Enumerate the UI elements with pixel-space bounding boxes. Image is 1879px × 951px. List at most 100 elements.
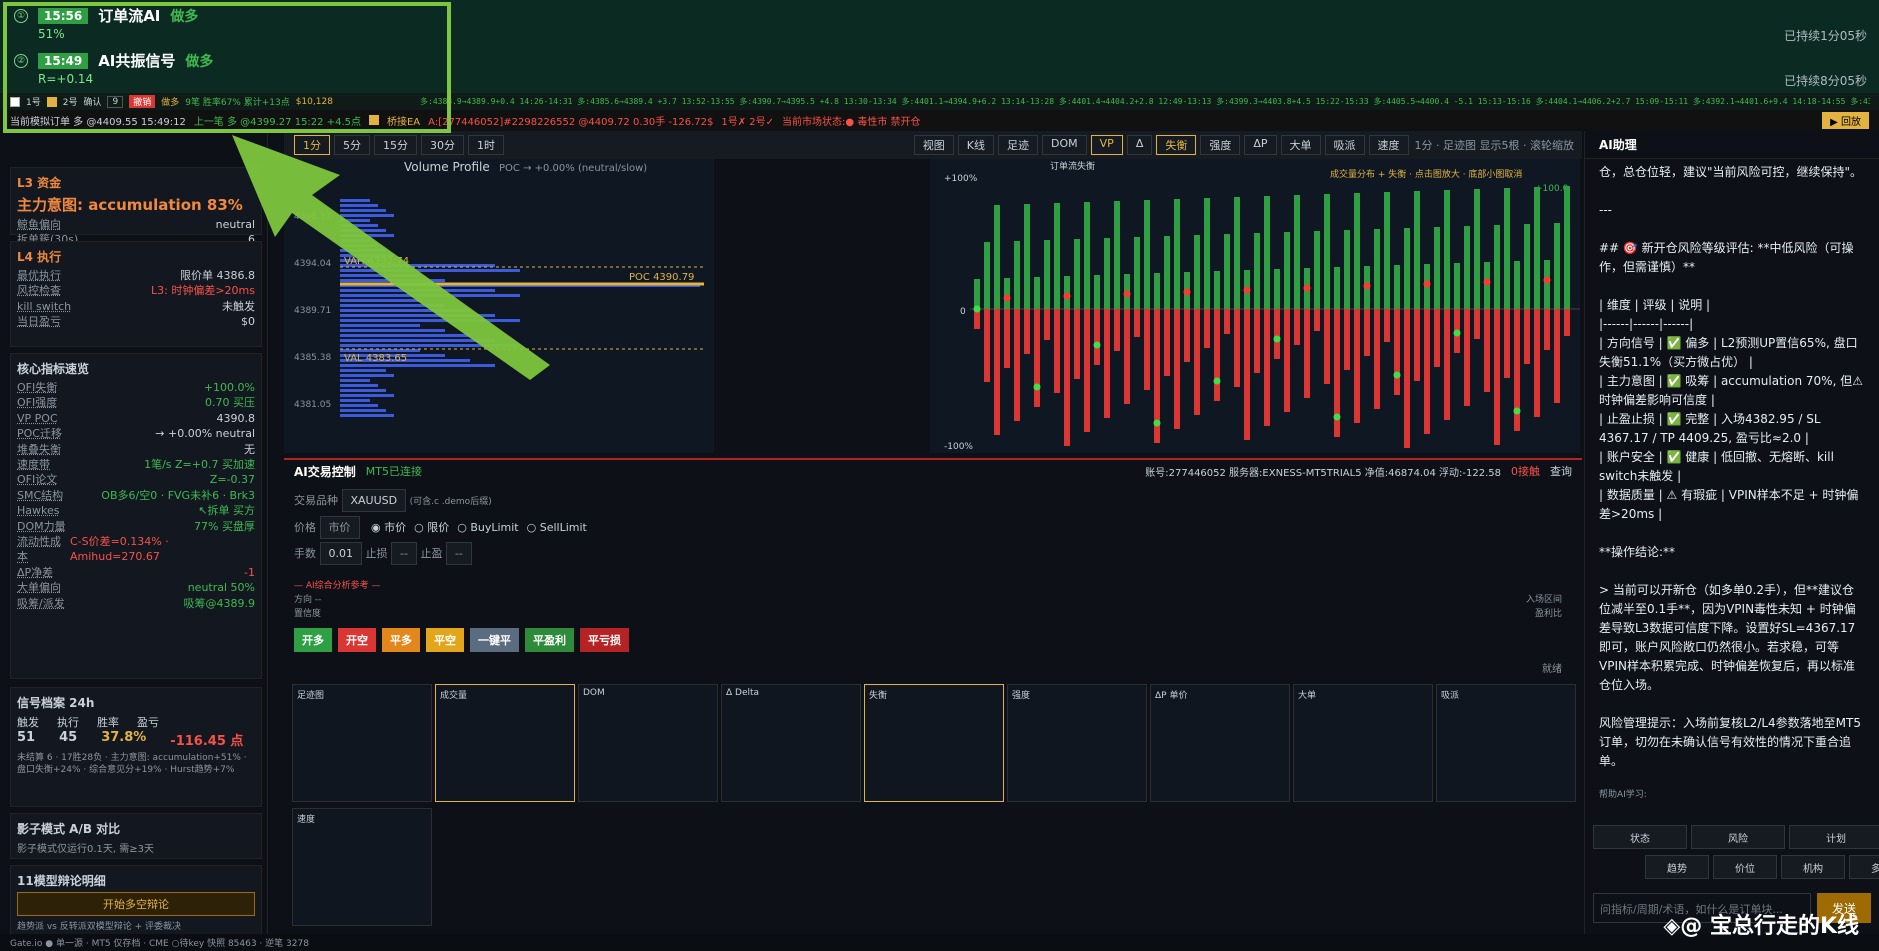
view-toggle[interactable]: ΔP (1244, 135, 1277, 155)
order-mode-radio[interactable]: ○ SellLimit (527, 521, 587, 534)
view-toggle[interactable]: 强度 (1200, 135, 1241, 155)
assistant-action-button[interactable]: 机构 (1781, 855, 1845, 879)
checkbox-2[interactable] (46, 96, 57, 107)
timeframe-tab[interactable]: 15分 (374, 135, 417, 155)
view-toggle[interactable]: Δ (1126, 135, 1153, 155)
confirm-count-input[interactable]: 9 (107, 95, 124, 108)
timeframe-tab[interactable]: 30分 (421, 135, 464, 155)
view-toggle[interactable]: K线 (957, 135, 995, 155)
buy-bar (1464, 226, 1470, 309)
vp-bar (340, 209, 386, 212)
sell-bar (1444, 309, 1450, 420)
vp-bar (340, 399, 370, 402)
confirm-label: 确认 (83, 98, 102, 108)
mini-chart[interactable]: 失衡 (864, 684, 1004, 802)
assistant-action-button[interactable]: 风险 (1691, 825, 1785, 849)
order-mode-radio[interactable]: ○ BuyLimit (457, 521, 518, 534)
signal-row-1[interactable]: ① 15:56 订单流AI 做多 (14, 5, 198, 26)
mini-chart[interactable]: 吸派 (1436, 684, 1576, 802)
trade-button[interactable]: 平盈利 (525, 628, 574, 652)
mini-chart[interactable]: 成交量 (435, 684, 575, 802)
vp-bar (340, 249, 386, 252)
sell-bar (1344, 309, 1350, 370)
assistant-action-button[interactable]: 趋势 (1645, 855, 1709, 879)
view-toggle[interactable]: VP (1090, 135, 1123, 155)
mini-chart[interactable]: 速度 (292, 808, 432, 926)
view-toggle[interactable]: 失衡 (1156, 135, 1197, 155)
vp-bar (340, 369, 386, 372)
mini-chart[interactable]: 大单 (1293, 684, 1433, 802)
view-toggle[interactable]: DOM (1042, 135, 1087, 155)
vp-bar (340, 224, 378, 227)
sell-bar (1024, 309, 1030, 354)
sell-bar (1034, 309, 1040, 407)
radio-icon: ○ (457, 521, 471, 534)
orderflow-imbalance-panel[interactable]: 订单流失衡 成交量分布 + 失衡 · 点击图放大 · 底部小图取消 +100% … (930, 159, 1580, 453)
replay-button[interactable]: ▶ 回放 (1822, 112, 1869, 129)
view-toggle[interactable]: 吸派 (1324, 135, 1365, 155)
query-button[interactable]: 查询 (1550, 463, 1572, 479)
trade-button[interactable]: 一键平 (470, 628, 519, 652)
metric-label: OFI失衡 (17, 381, 58, 394)
debate-button[interactable]: 开始多空辩论 (17, 892, 255, 916)
view-toggle[interactable]: 速度 (1368, 135, 1409, 155)
mini-chart[interactable]: 强度 (1007, 684, 1147, 802)
lot-input[interactable]: 0.01 (319, 542, 362, 565)
price-input[interactable]: 市价 (319, 516, 360, 539)
order-mode-radio[interactable]: ◉ 市价 (371, 521, 406, 534)
metric-row: 当日盈亏 $0 (17, 314, 255, 329)
view-toggle[interactable]: 大单 (1280, 135, 1321, 155)
trade-button[interactable]: 平多 (382, 628, 420, 652)
assistant-action-button[interactable]: 多空 (1849, 855, 1879, 879)
metric-value: neutral 50% (187, 581, 255, 595)
assistant-action-button[interactable]: 计划 (1789, 825, 1879, 849)
symbol-label: 交易品种 (294, 494, 338, 507)
mini-chart[interactable]: Δ Delta (721, 684, 861, 802)
trade-button[interactable]: 平亏损 (580, 628, 629, 652)
sell-bar (1174, 309, 1180, 429)
mini-chart[interactable]: 足迹图 (292, 684, 432, 802)
sell-bar (1404, 309, 1410, 448)
metric-label: OFI论文 (17, 473, 58, 487)
watermark: ◈@ 宝总行走的K线 (1663, 914, 1859, 939)
vp-bar (340, 324, 420, 327)
timeframe-tab[interactable]: 1时 (468, 135, 504, 155)
mini-chart[interactable]: DOM (578, 684, 718, 802)
trade-button[interactable]: 开空 (338, 628, 376, 652)
view-toggle[interactable]: 视图 (913, 135, 954, 155)
metric-label: OFI强度 (17, 396, 58, 410)
symbol-input[interactable]: XAUUSD (341, 489, 407, 512)
imbalance-dot (1333, 413, 1341, 421)
signal-row-2[interactable]: ② 15:49 AI共振信号 做多 (14, 50, 213, 71)
assistant-action-button[interactable]: 价位 (1713, 855, 1777, 879)
buy-bar (1554, 223, 1560, 309)
metric-label: 流动性成本 (17, 535, 61, 564)
vp-bar (340, 334, 470, 337)
sell-bar (1264, 309, 1270, 426)
timeframe-tab[interactable]: 1分 (294, 135, 330, 155)
current-order: 当前模拟订单 多 @4409.55 15:49:12 (10, 116, 186, 128)
radio-icon: ○ (414, 521, 428, 534)
view-toggle[interactable]: 足迹 (998, 135, 1039, 155)
metric-value: C-S价差=0.134% · Amihud=270.67 (69, 535, 169, 564)
tp-input[interactable]: -- (445, 542, 472, 565)
vp-bar (340, 374, 394, 377)
ai-trade-control: AI交易控制 MT5已连接 账号:277446052 服务器:EXNESS-MT… (284, 458, 1582, 678)
sell-bar (1014, 309, 1020, 421)
trade-button[interactable]: 开多 (294, 628, 332, 652)
sl-input[interactable]: -- (391, 542, 417, 565)
mini-chart[interactable]: ΔP 单价 (1150, 684, 1290, 802)
zero-contact[interactable]: 0接触 (1511, 463, 1540, 479)
ea-checkbox[interactable] (368, 115, 379, 125)
checkbox-1[interactable] (10, 96, 20, 107)
assistant-action-button[interactable]: 状态 (1593, 825, 1687, 849)
timeframe-tab[interactable]: 5分 (334, 135, 370, 155)
trade-button[interactable]: 平空 (426, 628, 464, 652)
cancel-button[interactable]: 撤销 (129, 95, 156, 108)
order-mode-radio[interactable]: ○ 限价 (414, 521, 449, 534)
sell-bar (1554, 309, 1560, 403)
metric-label: DOM力量 (17, 519, 66, 533)
buy-bar (1444, 190, 1450, 309)
volume-profile-panel[interactable]: Volume Profile POC → +0.00% (neutral/slo… (284, 159, 714, 453)
sell-bar (1474, 309, 1480, 339)
